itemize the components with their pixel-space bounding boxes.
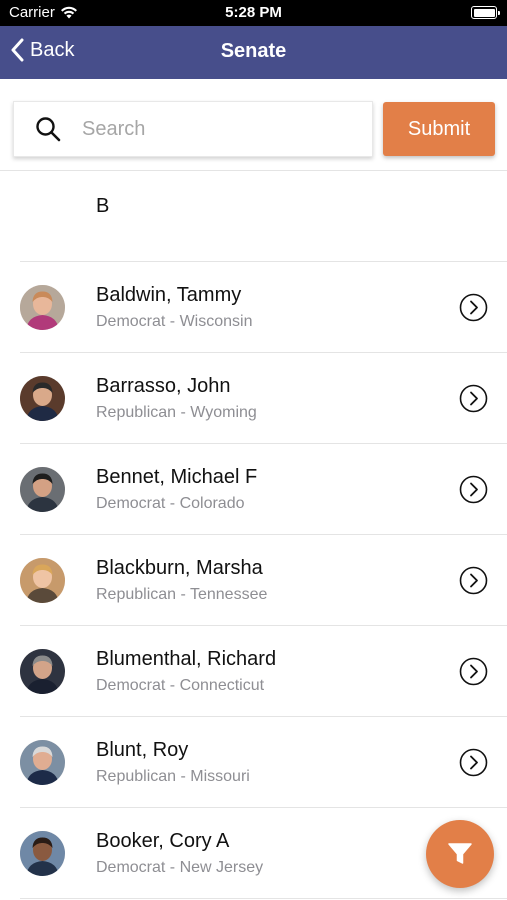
section-header: B	[20, 171, 507, 262]
chevron-right-circle-icon[interactable]	[459, 475, 488, 504]
back-button[interactable]: Back	[10, 38, 74, 62]
chevron-left-icon	[11, 38, 24, 62]
list-item[interactable]: Baldwin, Tammy Democrat - Wisconsin	[0, 262, 507, 353]
chevron-right-circle-icon[interactable]	[459, 566, 488, 595]
senator-party-state: Republican - Missouri	[96, 768, 250, 785]
senator-name: Booker, Cory A	[96, 830, 230, 852]
senator-party-state: Republican - Wyoming	[96, 404, 257, 421]
search-box	[13, 101, 373, 157]
senator-name: Baldwin, Tammy	[96, 284, 242, 306]
navigation-bar: Back Senate	[0, 26, 507, 79]
search-input[interactable]	[82, 117, 352, 141]
chevron-right-circle-icon[interactable]	[459, 293, 488, 322]
senator-party-state: Democrat - Wisconsin	[96, 313, 253, 330]
senator-name: Blumenthal, Richard	[96, 648, 277, 670]
senator-name: Blackburn, Marsha	[96, 557, 263, 579]
senator-name: Blunt, Roy	[96, 739, 189, 761]
chevron-right-circle-icon[interactable]	[459, 384, 488, 413]
search-bar: Submit	[0, 79, 507, 171]
submit-button[interactable]: Submit	[383, 102, 495, 156]
senator-party-state: Democrat - Connecticut	[96, 677, 265, 694]
senator-list: Baldwin, Tammy Democrat - Wisconsin Barras…	[0, 262, 507, 899]
status-bar: Carrier 5:28 PM	[0, 0, 507, 26]
filter-button[interactable]	[426, 820, 494, 888]
chevron-right-circle-icon[interactable]	[459, 748, 488, 777]
senator-party-state: Republican - Tennessee	[96, 586, 268, 603]
avatar	[20, 831, 65, 876]
avatar	[20, 376, 65, 421]
page-title: Senate	[220, 40, 287, 62]
filter-icon	[448, 843, 472, 864]
list-item[interactable]: Blackburn, Marsha Republican - Tennessee	[0, 535, 507, 626]
senator-name: Barrasso, John	[96, 375, 231, 397]
list-item[interactable]: Barrasso, John Republican - Wyoming	[0, 353, 507, 444]
avatar	[20, 285, 65, 330]
senator-party-state: Democrat - Colorado	[96, 495, 245, 512]
avatar	[20, 649, 65, 694]
avatar	[20, 740, 65, 785]
senator-party-state: Democrat - New Jersey	[96, 859, 264, 876]
chevron-right-circle-icon[interactable]	[459, 657, 488, 686]
list-item[interactable]: Blumenthal, Richard Democrat - Connecticu…	[0, 626, 507, 717]
avatar	[20, 558, 65, 603]
list-item[interactable]: Blunt, Roy Republican - Missouri	[0, 717, 507, 808]
clock: 5:28 PM	[225, 4, 282, 21]
search-icon	[36, 117, 61, 142]
list-item[interactable]: Bennet, Michael F Democrat - Colorado	[0, 444, 507, 535]
back-label: Back	[30, 38, 75, 61]
senator-name: Bennet, Michael F	[96, 466, 258, 488]
avatar	[20, 467, 65, 512]
battery-icon	[471, 6, 500, 19]
section-letter: B	[96, 195, 110, 217]
